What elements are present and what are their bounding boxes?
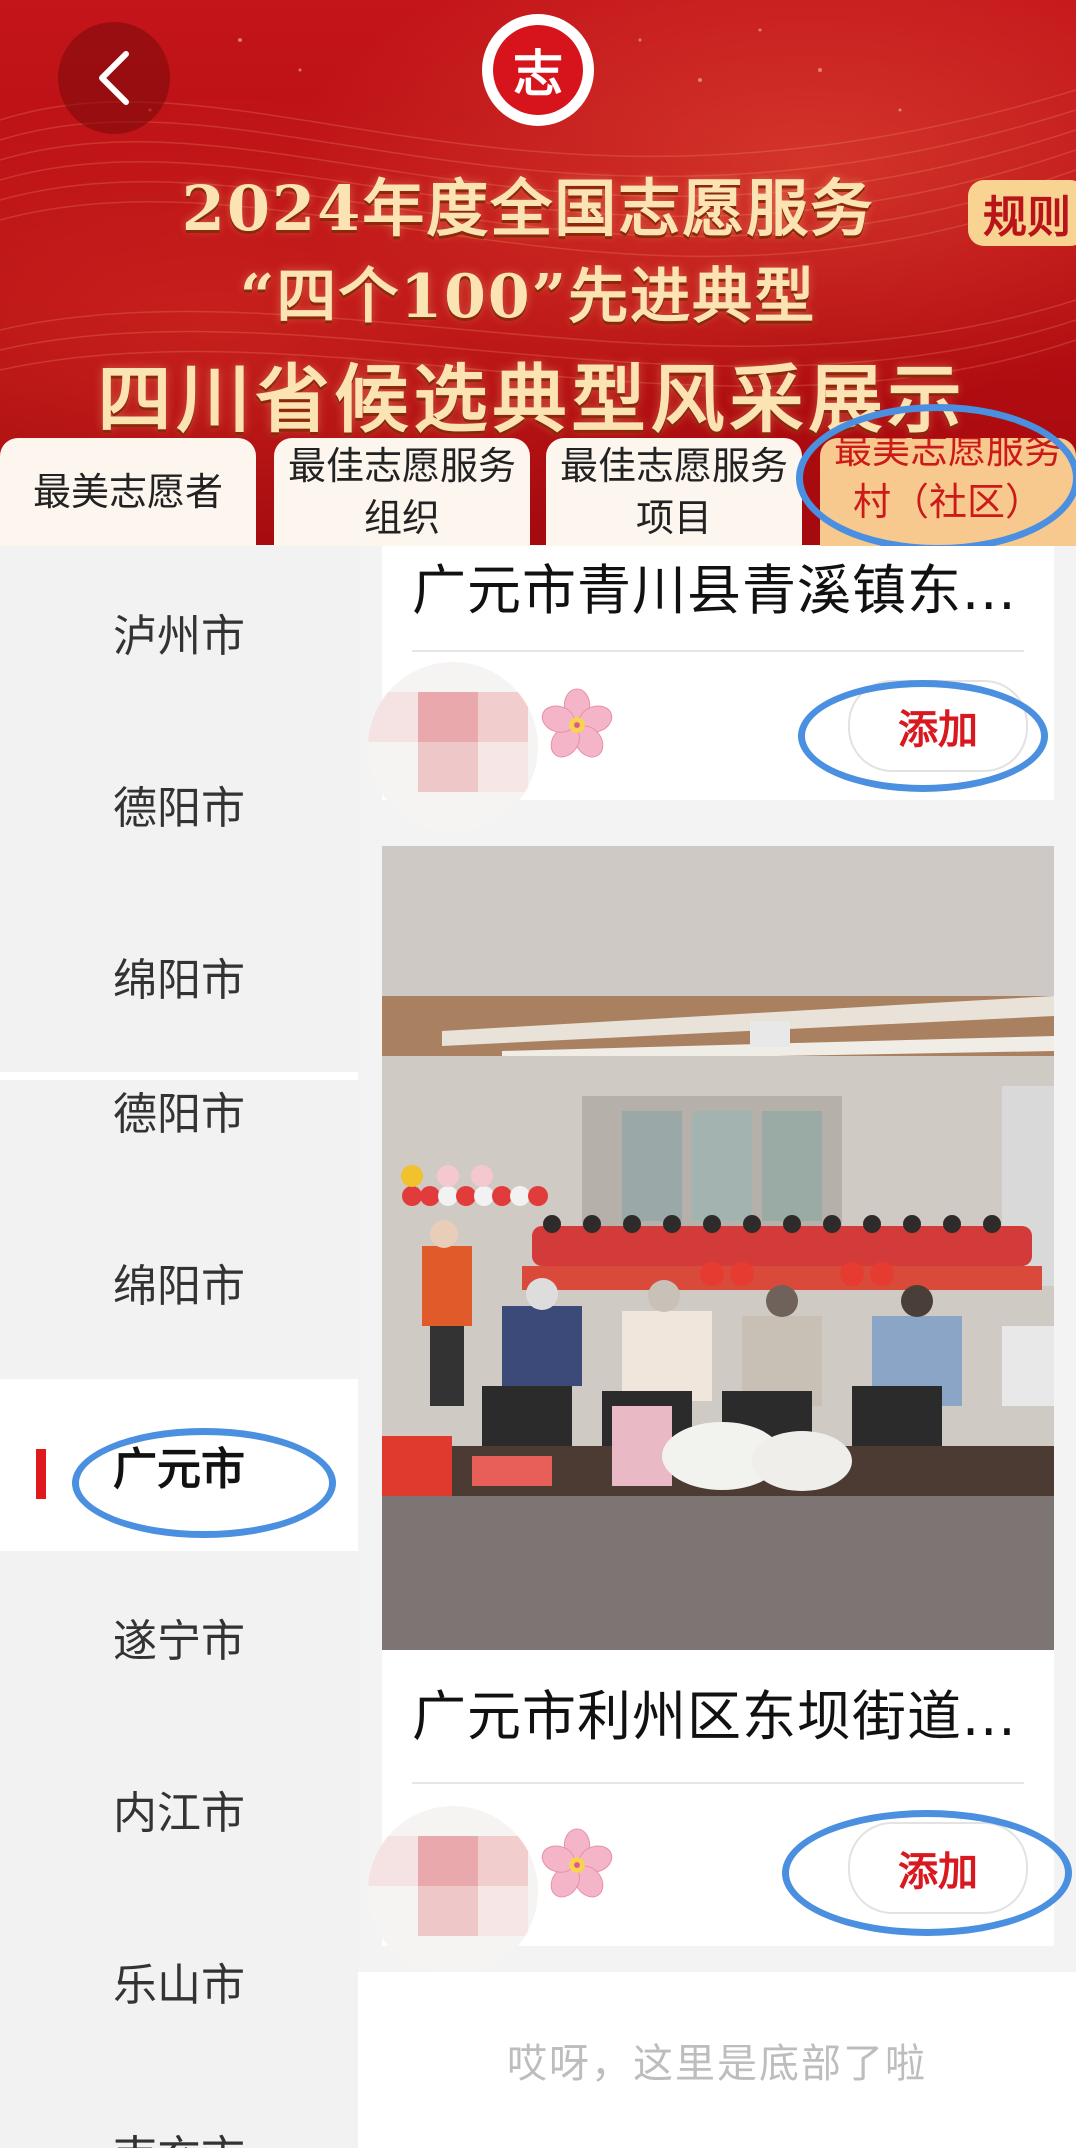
avatar	[368, 1806, 538, 1976]
city-label: 遂宁市	[113, 1616, 245, 1667]
city-label: 广元市	[113, 1444, 245, 1495]
city-label: 德阳市	[113, 1089, 245, 1140]
city-sidebar: 泸州市 德阳市 绵阳市 德阳市 绵阳市 广元市 遂宁市 内江市 乐山市 南充市	[0, 546, 358, 2148]
city-label: 南充市	[113, 2121, 245, 2148]
tab-best-village-community[interactable]: 最美志愿服务村（社区）	[820, 438, 1076, 546]
candidate-photo	[382, 846, 1054, 1650]
chevron-left-icon	[99, 51, 129, 105]
candidate-list: 广元市青川县青溪镇东... 添加 广元市利州区东坝街道... 添加 哎呀，这里是…	[358, 546, 1076, 2148]
city-item[interactable]: 乐山市	[0, 1895, 358, 2067]
city-item[interactable]: 绵阳市	[0, 1196, 358, 1368]
city-item[interactable]: 南充市	[0, 2067, 358, 2148]
avatar	[368, 662, 538, 832]
city-label: 泸州市	[113, 611, 245, 662]
candidate-card[interactable]: 广元市利州区东坝街道... 添加	[368, 846, 1054, 1976]
city-label: 绵阳市	[113, 955, 245, 1006]
banner-title-line2: “四个100”先进典型	[239, 262, 817, 332]
tab-label: 最佳志愿服务组织	[288, 444, 517, 540]
card-title: 广元市利州区东坝街道...	[412, 1685, 1017, 1748]
city-item[interactable]: 遂宁市	[0, 1551, 358, 1723]
card-divider	[412, 1782, 1024, 1784]
tab-best-volunteer[interactable]: 最美志愿者	[0, 438, 256, 546]
city-item[interactable]: 德阳市	[0, 718, 358, 890]
flower-icon	[541, 1828, 613, 1898]
city-label: 绵阳市	[113, 1261, 245, 1312]
city-item[interactable]: 德阳市	[0, 1024, 358, 1196]
card-title: 广元市青川县青溪镇东...	[412, 559, 1017, 622]
photo-illustration	[382, 846, 1054, 1650]
tab-label: 最美志愿服务村（社区）	[834, 438, 1063, 524]
candidate-card[interactable]: 广元市青川县青溪镇东... 添加	[368, 546, 1054, 832]
city-item[interactable]: 泸州市	[0, 546, 358, 718]
back-button[interactable]	[58, 22, 170, 134]
tab-label: 最佳志愿服务项目	[560, 444, 789, 540]
city-label: 内江市	[113, 1788, 245, 1839]
flower-icon	[541, 688, 613, 758]
add-button[interactable]: 添加	[848, 1822, 1028, 1914]
volunteer-logo: 志	[482, 14, 594, 126]
tab-label: 最美志愿者	[32, 470, 223, 514]
tab-best-organization[interactable]: 最佳志愿服务组织	[274, 438, 530, 546]
tab-best-project[interactable]: 最佳志愿服务项目	[546, 438, 802, 546]
rules-button[interactable]: 规则	[968, 180, 1076, 246]
city-label: 德阳市	[113, 783, 245, 834]
city-item-active[interactable]: 广元市	[0, 1379, 358, 1551]
active-indicator	[36, 1449, 46, 1499]
end-of-list-tip: 哎呀，这里是底部了啦	[358, 1972, 1076, 2148]
add-button[interactable]: 添加	[848, 680, 1028, 772]
card-divider	[412, 650, 1024, 652]
city-label: 乐山市	[113, 1960, 245, 2011]
city-item[interactable]: 内江市	[0, 1723, 358, 1895]
banner-title-line1: 2024年度全国志愿服务	[181, 172, 875, 245]
logo-mark: 志	[493, 25, 583, 115]
banner-title-line3: 四川省候选典型风采展示	[97, 357, 967, 443]
